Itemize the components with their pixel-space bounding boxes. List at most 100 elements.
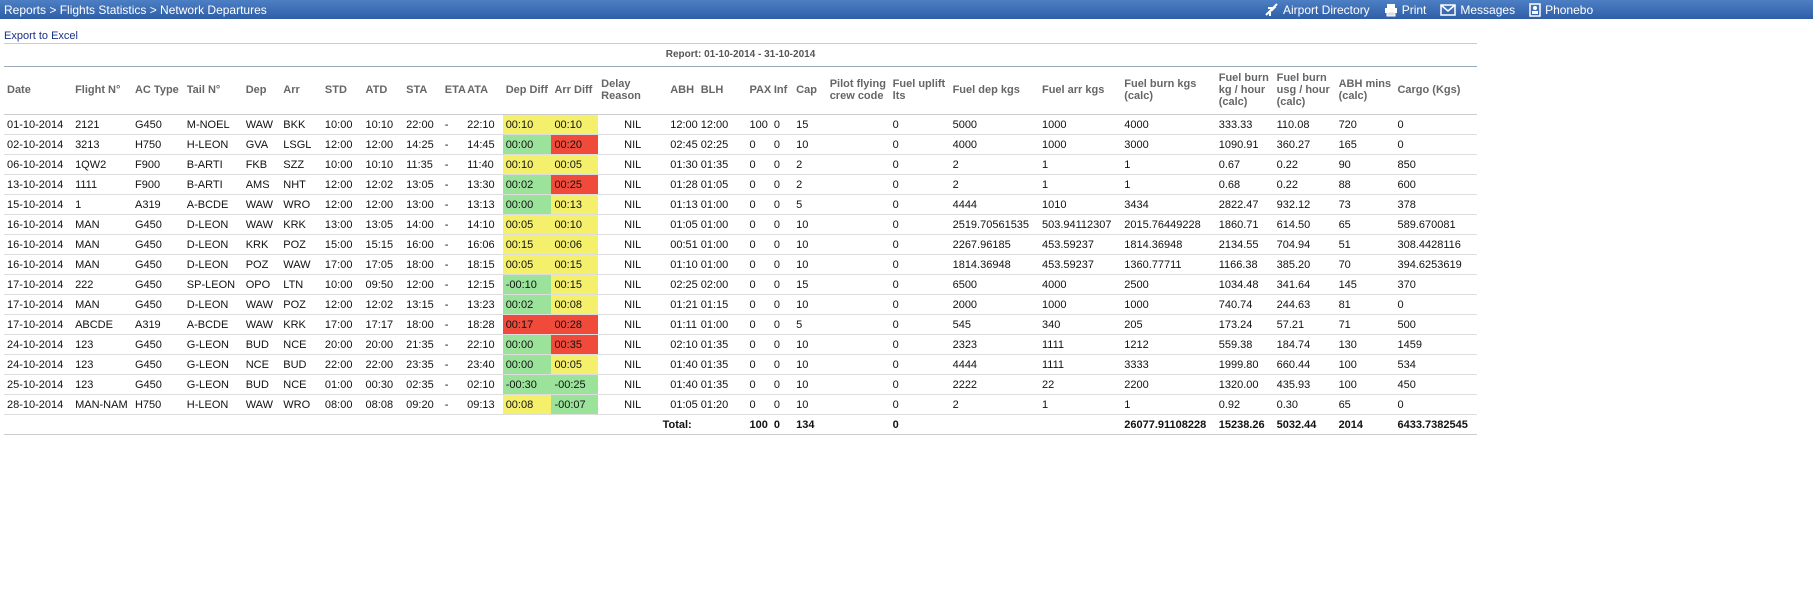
- table-cell: [826, 374, 890, 395]
- table-cell: 17-10-2014: [4, 314, 73, 335]
- table-cell: 73: [1335, 194, 1395, 215]
- table-cell: 3333: [1121, 354, 1216, 375]
- messages-link[interactable]: Messages: [1440, 3, 1515, 17]
- table-cell: 0: [889, 174, 950, 195]
- table-cell: 10: [793, 254, 827, 275]
- table-cell: 0: [770, 274, 794, 295]
- table-cell: 06-10-2014: [4, 154, 73, 175]
- table-cell: 341.64: [1273, 274, 1336, 295]
- table-cell: 00:28: [551, 314, 599, 335]
- table-cell: 123: [72, 334, 132, 355]
- table-cell: 1166.38: [1215, 254, 1274, 275]
- table-cell: 0.22: [1273, 174, 1336, 195]
- table-cell: 10:10: [362, 114, 404, 135]
- table-cell: 01:00: [697, 194, 747, 215]
- table-cell: FKB: [242, 154, 281, 175]
- table-cell: 65: [1335, 394, 1395, 415]
- table-cell: 00:10: [502, 154, 552, 175]
- table-cell: [826, 134, 890, 155]
- table-cell: 2323: [949, 334, 1039, 355]
- table-cell: 14:45: [464, 134, 503, 155]
- table-cell: D-LEON: [183, 214, 243, 235]
- totals-row: Total: 100 0 134 0 26077.91108228 15238.…: [4, 414, 1477, 435]
- table-cell: 02:25: [667, 274, 698, 295]
- column-header: Inf: [770, 66, 794, 115]
- table-cell: 13:30: [464, 174, 503, 195]
- table-cell: -: [441, 174, 465, 195]
- printer-icon: [1384, 3, 1397, 16]
- table-cell: 0: [746, 134, 771, 155]
- table-cell: LSGL: [280, 134, 322, 155]
- table-cell: 340: [1038, 314, 1122, 335]
- phonebook-link[interactable]: Phonebo: [1529, 3, 1593, 17]
- table-cell: 17:05: [362, 254, 404, 275]
- airport-directory-link[interactable]: Airport Directory: [1265, 3, 1370, 17]
- table-cell: 14:10: [464, 214, 503, 235]
- table-cell: NIL: [598, 234, 668, 255]
- table-cell: 503.94112307: [1038, 214, 1122, 235]
- column-header: ABH: [667, 66, 698, 115]
- table-cell: 22: [1038, 374, 1122, 395]
- table-cell: SP-LEON: [183, 274, 243, 295]
- table-cell: NIL: [598, 374, 668, 395]
- table-cell: 2500: [1121, 274, 1216, 295]
- breadcrumb[interactable]: Reports > Flights Statistics > Network D…: [0, 3, 267, 17]
- table-cell: 15:00: [321, 234, 363, 255]
- column-header: Arr Diff: [551, 66, 599, 115]
- table-cell: 1: [1038, 154, 1122, 175]
- totals-inf: 0: [770, 414, 794, 435]
- table-cell: WRO: [280, 194, 322, 215]
- table-cell: 88: [1335, 174, 1395, 195]
- table-cell: 13:05: [403, 174, 442, 195]
- table-cell: NCE: [280, 374, 322, 395]
- table-cell: 0: [746, 254, 771, 275]
- table-cell: 2: [793, 154, 827, 175]
- table-cell: 2519.70561535: [949, 214, 1039, 235]
- table-cell: 0: [746, 334, 771, 355]
- table-cell: 100: [1335, 354, 1395, 375]
- table-cell: 00:05: [551, 154, 599, 175]
- table-row: 16-10-2014 MAN G450 D-LEON WAW KRK 13:00 13:05 1…: [4, 214, 1477, 235]
- table-cell: G450: [131, 214, 184, 235]
- table-row: 02-10-2014 3213 H750 H-LEON GVA LSGL 12:00 12:0…: [4, 134, 1477, 155]
- table-cell: 0: [746, 314, 771, 335]
- table-row: 16-10-2014 MAN G450 D-LEON POZ WAW 17:00 17:05 1…: [4, 254, 1477, 275]
- table-cell: 0: [746, 354, 771, 375]
- table-cell: 01:00: [697, 314, 747, 335]
- table-cell: 1090.91: [1215, 134, 1274, 155]
- table-cell: 01:05: [667, 214, 698, 235]
- table-cell: 0: [746, 214, 771, 235]
- table-cell: [826, 354, 890, 375]
- table-cell: [826, 174, 890, 195]
- totals-blank: [697, 414, 747, 435]
- table-cell: -: [441, 354, 465, 375]
- table-cell: 00:00: [502, 194, 552, 215]
- table-cell: A319: [131, 194, 184, 215]
- table-cell: 0: [889, 314, 950, 335]
- table-cell: 09:13: [464, 394, 503, 415]
- table-cell: B-ARTI: [183, 154, 243, 175]
- table-cell: 08:00: [321, 394, 363, 415]
- table-cell: 01:40: [667, 354, 698, 375]
- table-cell: 00:13: [551, 194, 599, 215]
- print-link[interactable]: Print: [1384, 3, 1426, 17]
- table-row: 15-10-2014 1 A319 A-BCDE WAW WRO 12:00 12:00 13:…: [4, 194, 1477, 215]
- table-cell: 0: [889, 214, 950, 235]
- table-cell: 0: [746, 154, 771, 175]
- export-to-excel-link[interactable]: Export to Excel: [4, 30, 78, 42]
- table-cell: -: [441, 374, 465, 395]
- table-cell: 205: [1121, 314, 1216, 335]
- table-cell: NHT: [280, 174, 322, 195]
- table-cell: 0: [889, 274, 950, 295]
- table-cell: 02-10-2014: [4, 134, 73, 155]
- table-cell: 00:05: [502, 214, 552, 235]
- table-cell: 10: [793, 214, 827, 235]
- table-cell: 1000: [1121, 294, 1216, 315]
- table-cell: 00:25: [551, 174, 599, 195]
- table-row: 17-10-2014 MAN G450 D-LEON WAW POZ 12:00 12:02 1…: [4, 294, 1477, 315]
- table-cell: 0: [770, 214, 794, 235]
- table-cell: 0: [770, 114, 794, 135]
- column-header: Fuel uplift lts: [889, 66, 950, 115]
- table-cell: 850: [1394, 154, 1477, 175]
- table-cell: 1860.71: [1215, 214, 1274, 235]
